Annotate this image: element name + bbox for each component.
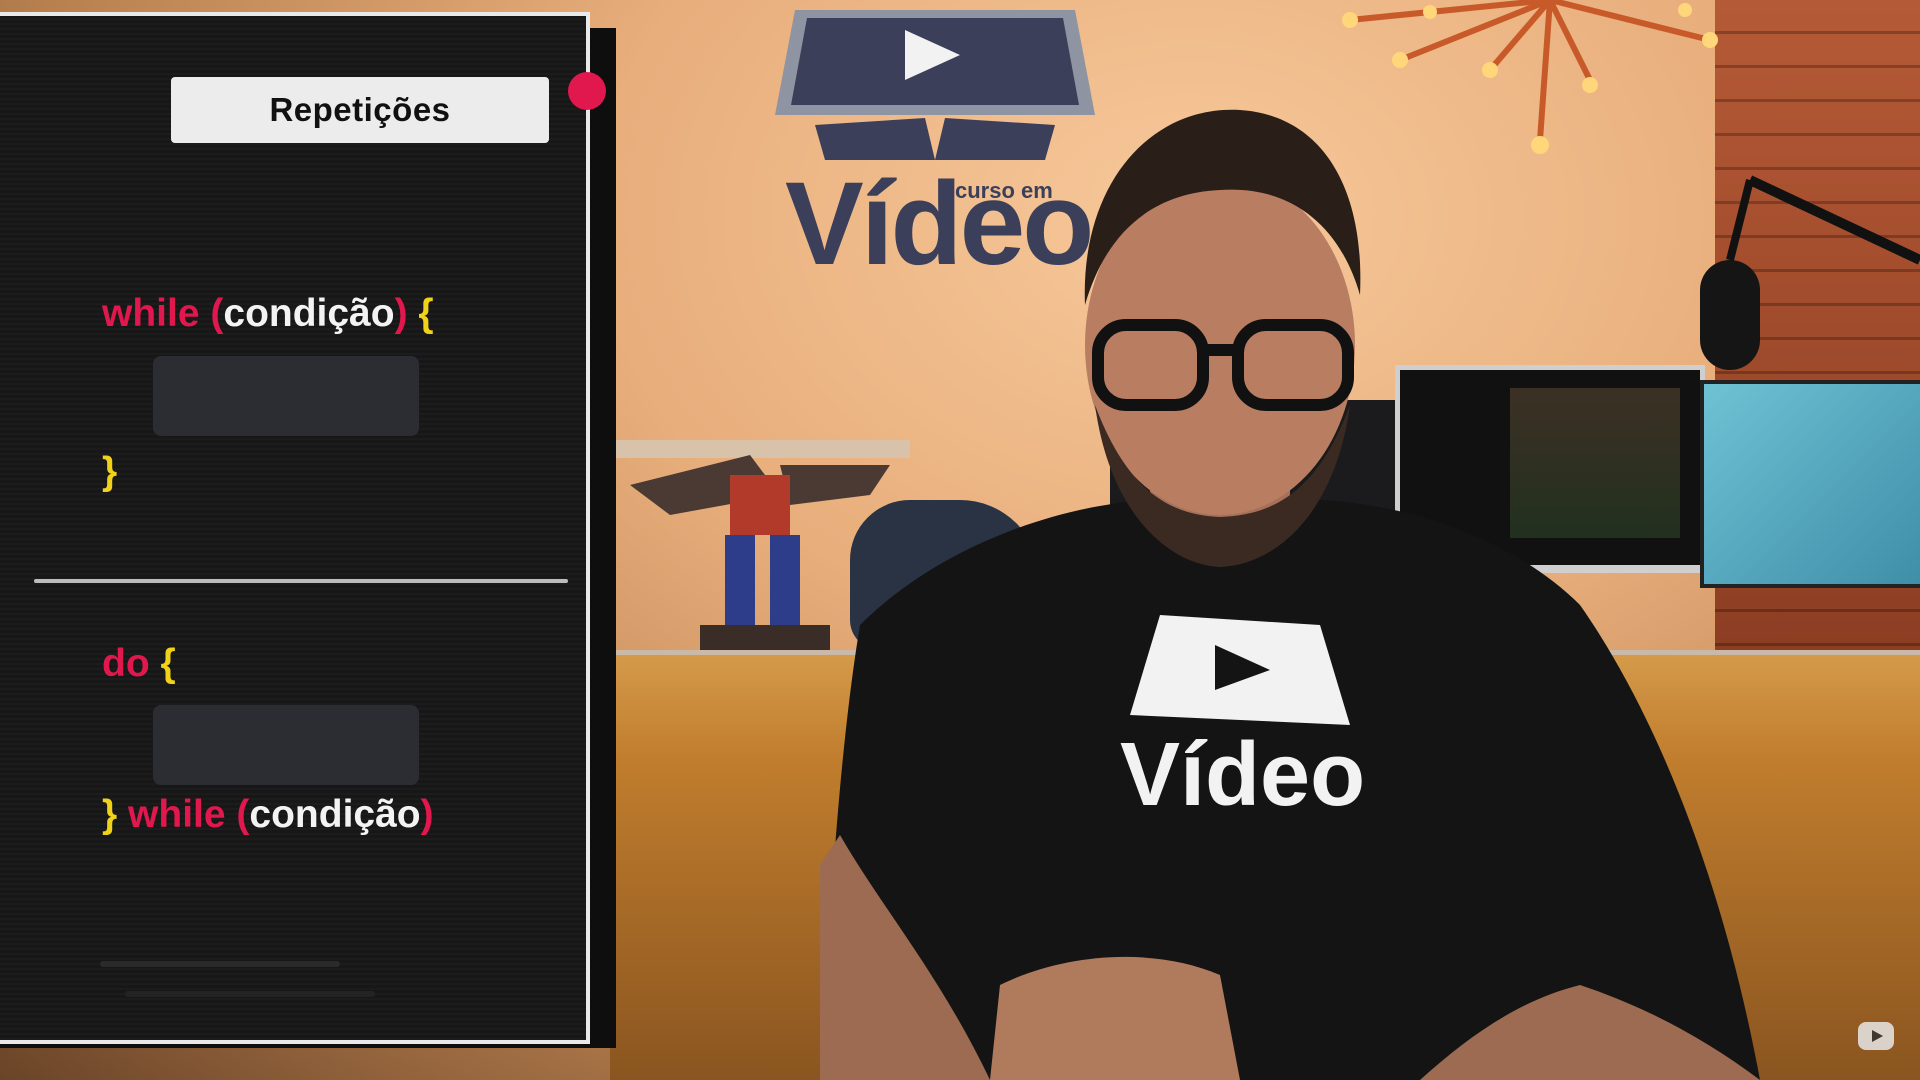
faint-line [100,961,340,967]
do-open-paren: ( [236,793,250,836]
code-panel: Repetições while (condição) { } do { } w… [0,12,590,1044]
faint-line [125,991,375,997]
do-body-placeholder [153,705,419,785]
presenter: Vídeo [820,109,1760,1080]
svg-text:Vídeo: Vídeo [1120,725,1365,825]
while-condition: condição [223,292,395,335]
do-open-brace: { [160,642,176,685]
do-footer: } while (condição) [102,795,434,834]
while-footer: } [102,452,117,491]
while-close-paren: ) [394,292,408,335]
while-header: while (condição) { [102,294,434,333]
do-header: do { [102,644,176,683]
while-body-placeholder [153,356,419,436]
record-dot-icon [568,72,606,110]
while-open-paren: ( [210,292,224,335]
do-while-keyword: while [128,793,226,836]
panel-title: Repetições [171,77,549,143]
while-keyword: while [102,292,200,335]
while-open-brace: { [418,292,434,335]
while-close-brace: } [102,450,118,493]
do-keyword: do [102,642,150,685]
do-close-brace: } [102,793,118,836]
do-close-paren: ) [420,793,434,836]
section-divider [34,579,568,583]
youtube-play-icon[interactable] [1858,1022,1894,1050]
do-condition: condição [249,793,421,836]
